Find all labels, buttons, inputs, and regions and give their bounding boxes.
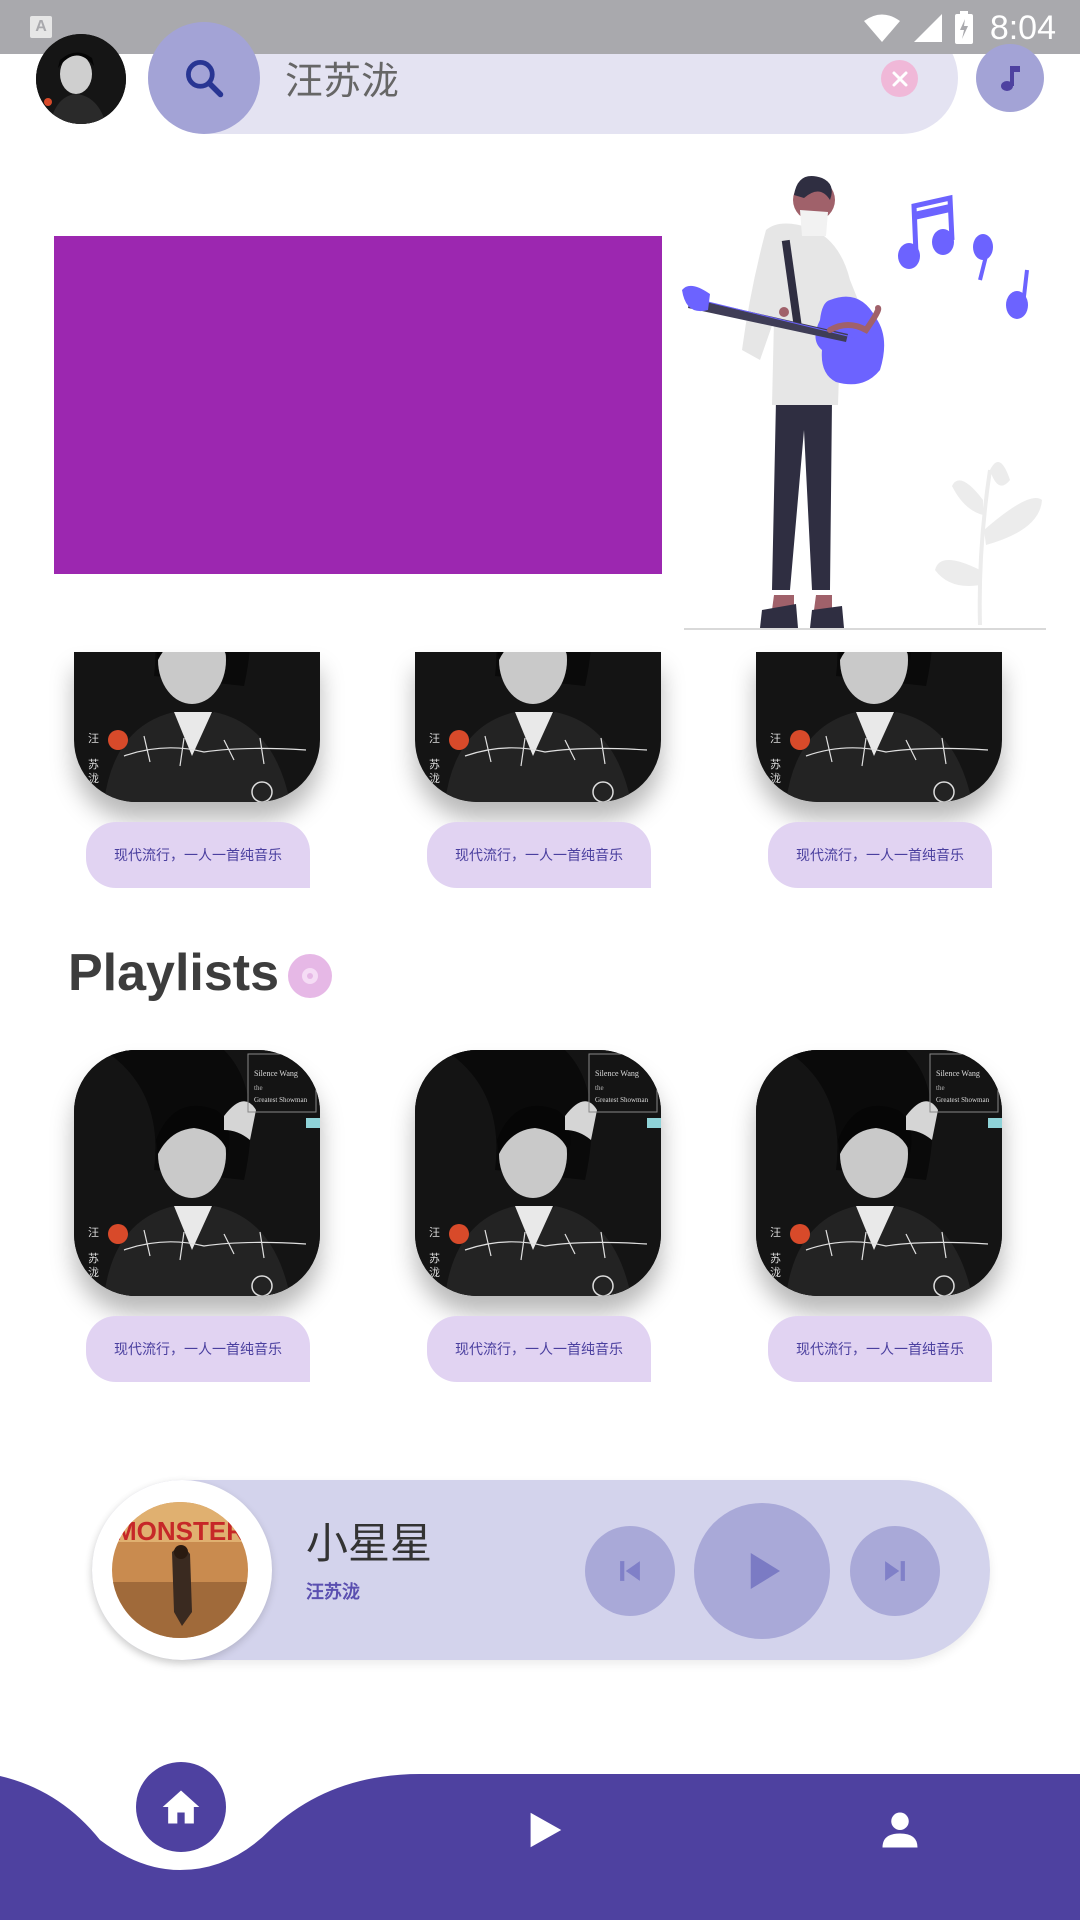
play-icon bbox=[750, 1553, 780, 1589]
cover-image bbox=[74, 1050, 320, 1296]
cover-image bbox=[415, 652, 661, 802]
next-button[interactable] bbox=[850, 1526, 940, 1616]
play-button[interactable] bbox=[694, 1503, 830, 1639]
notification-a-icon: A bbox=[30, 16, 52, 38]
skip-previous-icon bbox=[620, 1561, 640, 1581]
search-input[interactable]: 汪苏泷 bbox=[285, 50, 399, 105]
clear-search-button[interactable] bbox=[881, 60, 918, 97]
now-playing-art[interactable]: MONSTER bbox=[112, 1502, 248, 1638]
search-button[interactable] bbox=[148, 22, 260, 134]
play-icon bbox=[530, 1812, 562, 1848]
album-cover[interactable] bbox=[415, 652, 661, 802]
album-cover[interactable] bbox=[756, 652, 1002, 802]
now-playing-image: MONSTER bbox=[112, 1502, 248, 1638]
song-title: 小星星 bbox=[306, 1520, 433, 1567]
nav-profile[interactable] bbox=[872, 1802, 928, 1858]
disc-icon bbox=[288, 954, 332, 998]
close-icon bbox=[892, 71, 907, 86]
cover-image bbox=[756, 1050, 1002, 1296]
nav-player[interactable] bbox=[516, 1802, 572, 1858]
cover-image bbox=[415, 1050, 661, 1296]
guitarist-illustration bbox=[682, 176, 1046, 630]
card-label[interactable]: 现代流行，一人一首纯音乐 bbox=[86, 1316, 310, 1382]
clock: 8:04 bbox=[989, 8, 1056, 47]
user-avatar[interactable] bbox=[36, 34, 126, 124]
card-label[interactable]: 现代流行，一人一首纯音乐 bbox=[427, 1316, 651, 1382]
art-text: MONSTER bbox=[115, 1516, 245, 1546]
card-label[interactable]: 现代流行，一人一首纯音乐 bbox=[86, 822, 310, 888]
banner[interactable] bbox=[54, 236, 662, 574]
album-cover[interactable] bbox=[74, 652, 320, 802]
cover-image bbox=[74, 652, 320, 802]
song-artist: 汪苏泷 bbox=[306, 1582, 360, 1602]
previous-button[interactable] bbox=[585, 1526, 675, 1616]
profile-icon bbox=[882, 1812, 918, 1848]
section-title: Playlists bbox=[68, 944, 280, 1002]
card-label[interactable]: 现代流行，一人一首纯音乐 bbox=[768, 1316, 992, 1382]
album-cover[interactable] bbox=[415, 1050, 661, 1296]
battery-icon bbox=[954, 11, 973, 44]
wifi-icon bbox=[863, 14, 900, 42]
skip-next-icon bbox=[885, 1561, 905, 1581]
album-cover[interactable] bbox=[74, 1050, 320, 1296]
signal-icon bbox=[913, 14, 942, 42]
search-icon bbox=[186, 60, 224, 98]
cover-image bbox=[756, 652, 1002, 802]
music-button[interactable] bbox=[976, 44, 1044, 112]
music-note-icon bbox=[1001, 66, 1020, 91]
avatar-image bbox=[36, 34, 126, 124]
nav-home[interactable] bbox=[136, 1762, 226, 1852]
card-label[interactable]: 现代流行，一人一首纯音乐 bbox=[427, 822, 651, 888]
home-icon bbox=[162, 1790, 200, 1824]
status-icons: 8:04 bbox=[862, 8, 1056, 48]
album-cover[interactable] bbox=[756, 1050, 1002, 1296]
card-label[interactable]: 现代流行，一人一首纯音乐 bbox=[768, 822, 992, 888]
